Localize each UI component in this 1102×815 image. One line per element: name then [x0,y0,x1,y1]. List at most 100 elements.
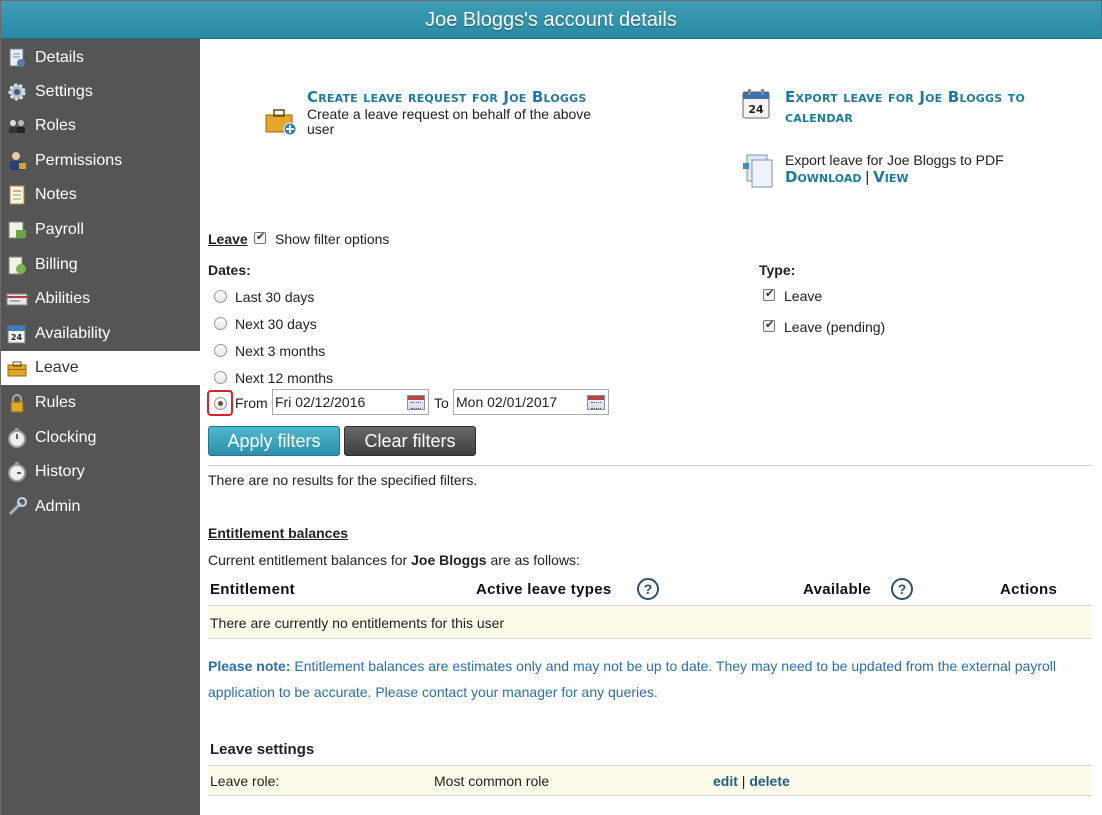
svg-text:24: 24 [11,333,23,342]
help-icon[interactable]: ? [637,578,659,600]
sidebar-item-label: Leave [35,359,79,376]
user-lock-icon [10,152,26,170]
column-header-entitlement: Entitlement [210,581,295,598]
sidebar-item-label: History [35,463,85,480]
radio-label: Next 12 months [235,370,334,386]
export-calendar-link[interactable]: Export leave for Joe Bloggs to calendar [785,87,1075,127]
sidebar-item-permissions[interactable]: Permissions [1,144,200,178]
help-icon[interactable]: ? [891,578,913,600]
no-results-message: There are no results for the specified f… [208,472,478,488]
sidebar-item-clocking[interactable]: Clocking [1,421,200,455]
sidebar-item-label: Rules [35,394,76,411]
sidebar-item-billing[interactable]: Billing [1,248,200,282]
radio-label: Last 30 days [235,289,315,305]
sidebar-item-settings[interactable]: Settings [1,75,200,109]
link-separator: | [865,169,870,186]
stopwatch-icon [8,428,26,448]
show-filter-options-checkbox[interactable] [254,230,266,244]
sidebar-item-payroll[interactable]: Payroll [1,213,200,247]
dates-label: Dates: [208,262,251,278]
sidebar: Details Settings Roles Permissions Notes… [1,39,200,815]
intro-text: are as follows: [490,552,580,568]
leave-role-value: Most common role [434,773,550,789]
main-content: Create leave request for Joe Bloggs Crea… [200,39,1102,815]
suitcase-add-icon [265,109,297,136]
sidebar-item-leave[interactable]: Leave [1,351,200,385]
type-leave-pending-checkbox[interactable] [763,318,775,332]
calendar-icon: 24 [742,89,770,119]
edit-link[interactable]: edit [713,773,738,789]
billing-icon [8,256,26,275]
to-date-picker-icon[interactable] [587,395,605,410]
to-date-input[interactable] [453,389,609,415]
note-text: application to be accurate. Please conta… [208,684,658,700]
type-label: Type: [759,262,796,278]
apply-filters-button[interactable]: Apply filters [208,426,340,456]
card-icon [6,293,28,306]
sidebar-item-label: Availability [35,325,111,342]
stopwatch-icon [8,462,26,482]
account-window: Joe Bloggs's account details Details Set… [0,0,1102,815]
sidebar-item-history[interactable]: History [1,455,200,489]
table-row: There are currently no entitlements for … [208,605,1092,639]
sidebar-item-roles[interactable]: Roles [1,109,200,143]
to-label: To [434,395,449,411]
from-date-input[interactable] [272,389,429,415]
sidebar-item-admin[interactable]: Admin [1,490,200,524]
entitlement-balances-heading: Entitlement balances [208,525,349,541]
next-12-months-radio[interactable] [214,371,227,384]
empty-entitlements-message: There are currently no entitlements for … [210,615,505,631]
column-header-available: Available [803,581,872,598]
sidebar-item-label: Settings [35,83,93,100]
sidebar-item-details[interactable]: Details [1,41,200,75]
column-header-actions: Actions [1000,581,1058,598]
view-pdf-link[interactable]: View [873,168,908,186]
note-text: Entitlement balances are estimates only … [294,658,1057,674]
sidebar-item-rules[interactable]: Rules [1,386,200,420]
sidebar-item-availability[interactable]: 24 Availability [1,317,200,351]
sidebar-item-label: Payroll [35,221,84,238]
table-row: Leave role: Most common role edit | dele… [208,765,1092,796]
type-leave-label: Leave [784,288,823,304]
create-leave-request-desc: Create a leave request on behalf of the … [307,106,592,137]
padlock-icon [10,394,24,413]
export-pdf-desc: Export leave for Joe Bloggs to PDF [785,152,1004,168]
radio-label: Next 3 months [235,343,326,359]
date-range-radio[interactable] [214,397,227,410]
type-leave-pending-label: Leave (pending) [784,319,886,335]
sidebar-item-label: Details [35,49,84,66]
suitcase-icon [7,361,27,377]
note-label: Please note: [208,658,291,674]
from-label: From [235,395,268,411]
sidebar-item-label: Billing [35,256,78,273]
sidebar-item-label: Roles [35,117,76,134]
entitlement-intro: Current entitlement balances for Joe Blo… [208,552,580,568]
roles-icon [9,120,25,133]
sidebar-item-label: Clocking [35,429,97,446]
calendar-icon: 24 [7,325,26,344]
next-30-days-radio[interactable] [214,317,227,330]
clear-filters-button[interactable]: Clear filters [344,426,476,456]
leave-section-label[interactable]: Leave [208,231,248,247]
next-3-months-radio[interactable] [214,344,227,357]
notepad-icon [9,185,25,205]
delete-link[interactable]: delete [749,773,789,789]
window-title: Joe Bloggs's account details [1,1,1101,39]
radio-label: Next 30 days [235,316,317,332]
intro-text: Current entitlement balances for [208,552,408,568]
from-date-picker-icon[interactable] [407,395,425,410]
sidebar-item-abilities[interactable]: Abilities [1,282,200,316]
type-leave-checkbox[interactable] [763,287,775,301]
last-30-days-radio[interactable] [214,290,227,303]
leave-role-label: Leave role: [210,773,280,789]
create-leave-request-link[interactable]: Create leave request for Joe Bloggs [307,87,607,107]
download-pdf-link[interactable]: Download [785,168,861,186]
sidebar-item-label: Abilities [35,290,91,307]
gear-icon [8,83,26,101]
link-separator: | [741,773,746,789]
show-filter-options-label: Show filter options [275,231,390,247]
intro-user-name: Joe Bloggs [411,552,487,568]
sidebar-item-notes[interactable]: Notes [1,178,200,212]
sidebar-item-label: Notes [35,186,77,203]
sidebar-item-label: Admin [35,498,81,515]
